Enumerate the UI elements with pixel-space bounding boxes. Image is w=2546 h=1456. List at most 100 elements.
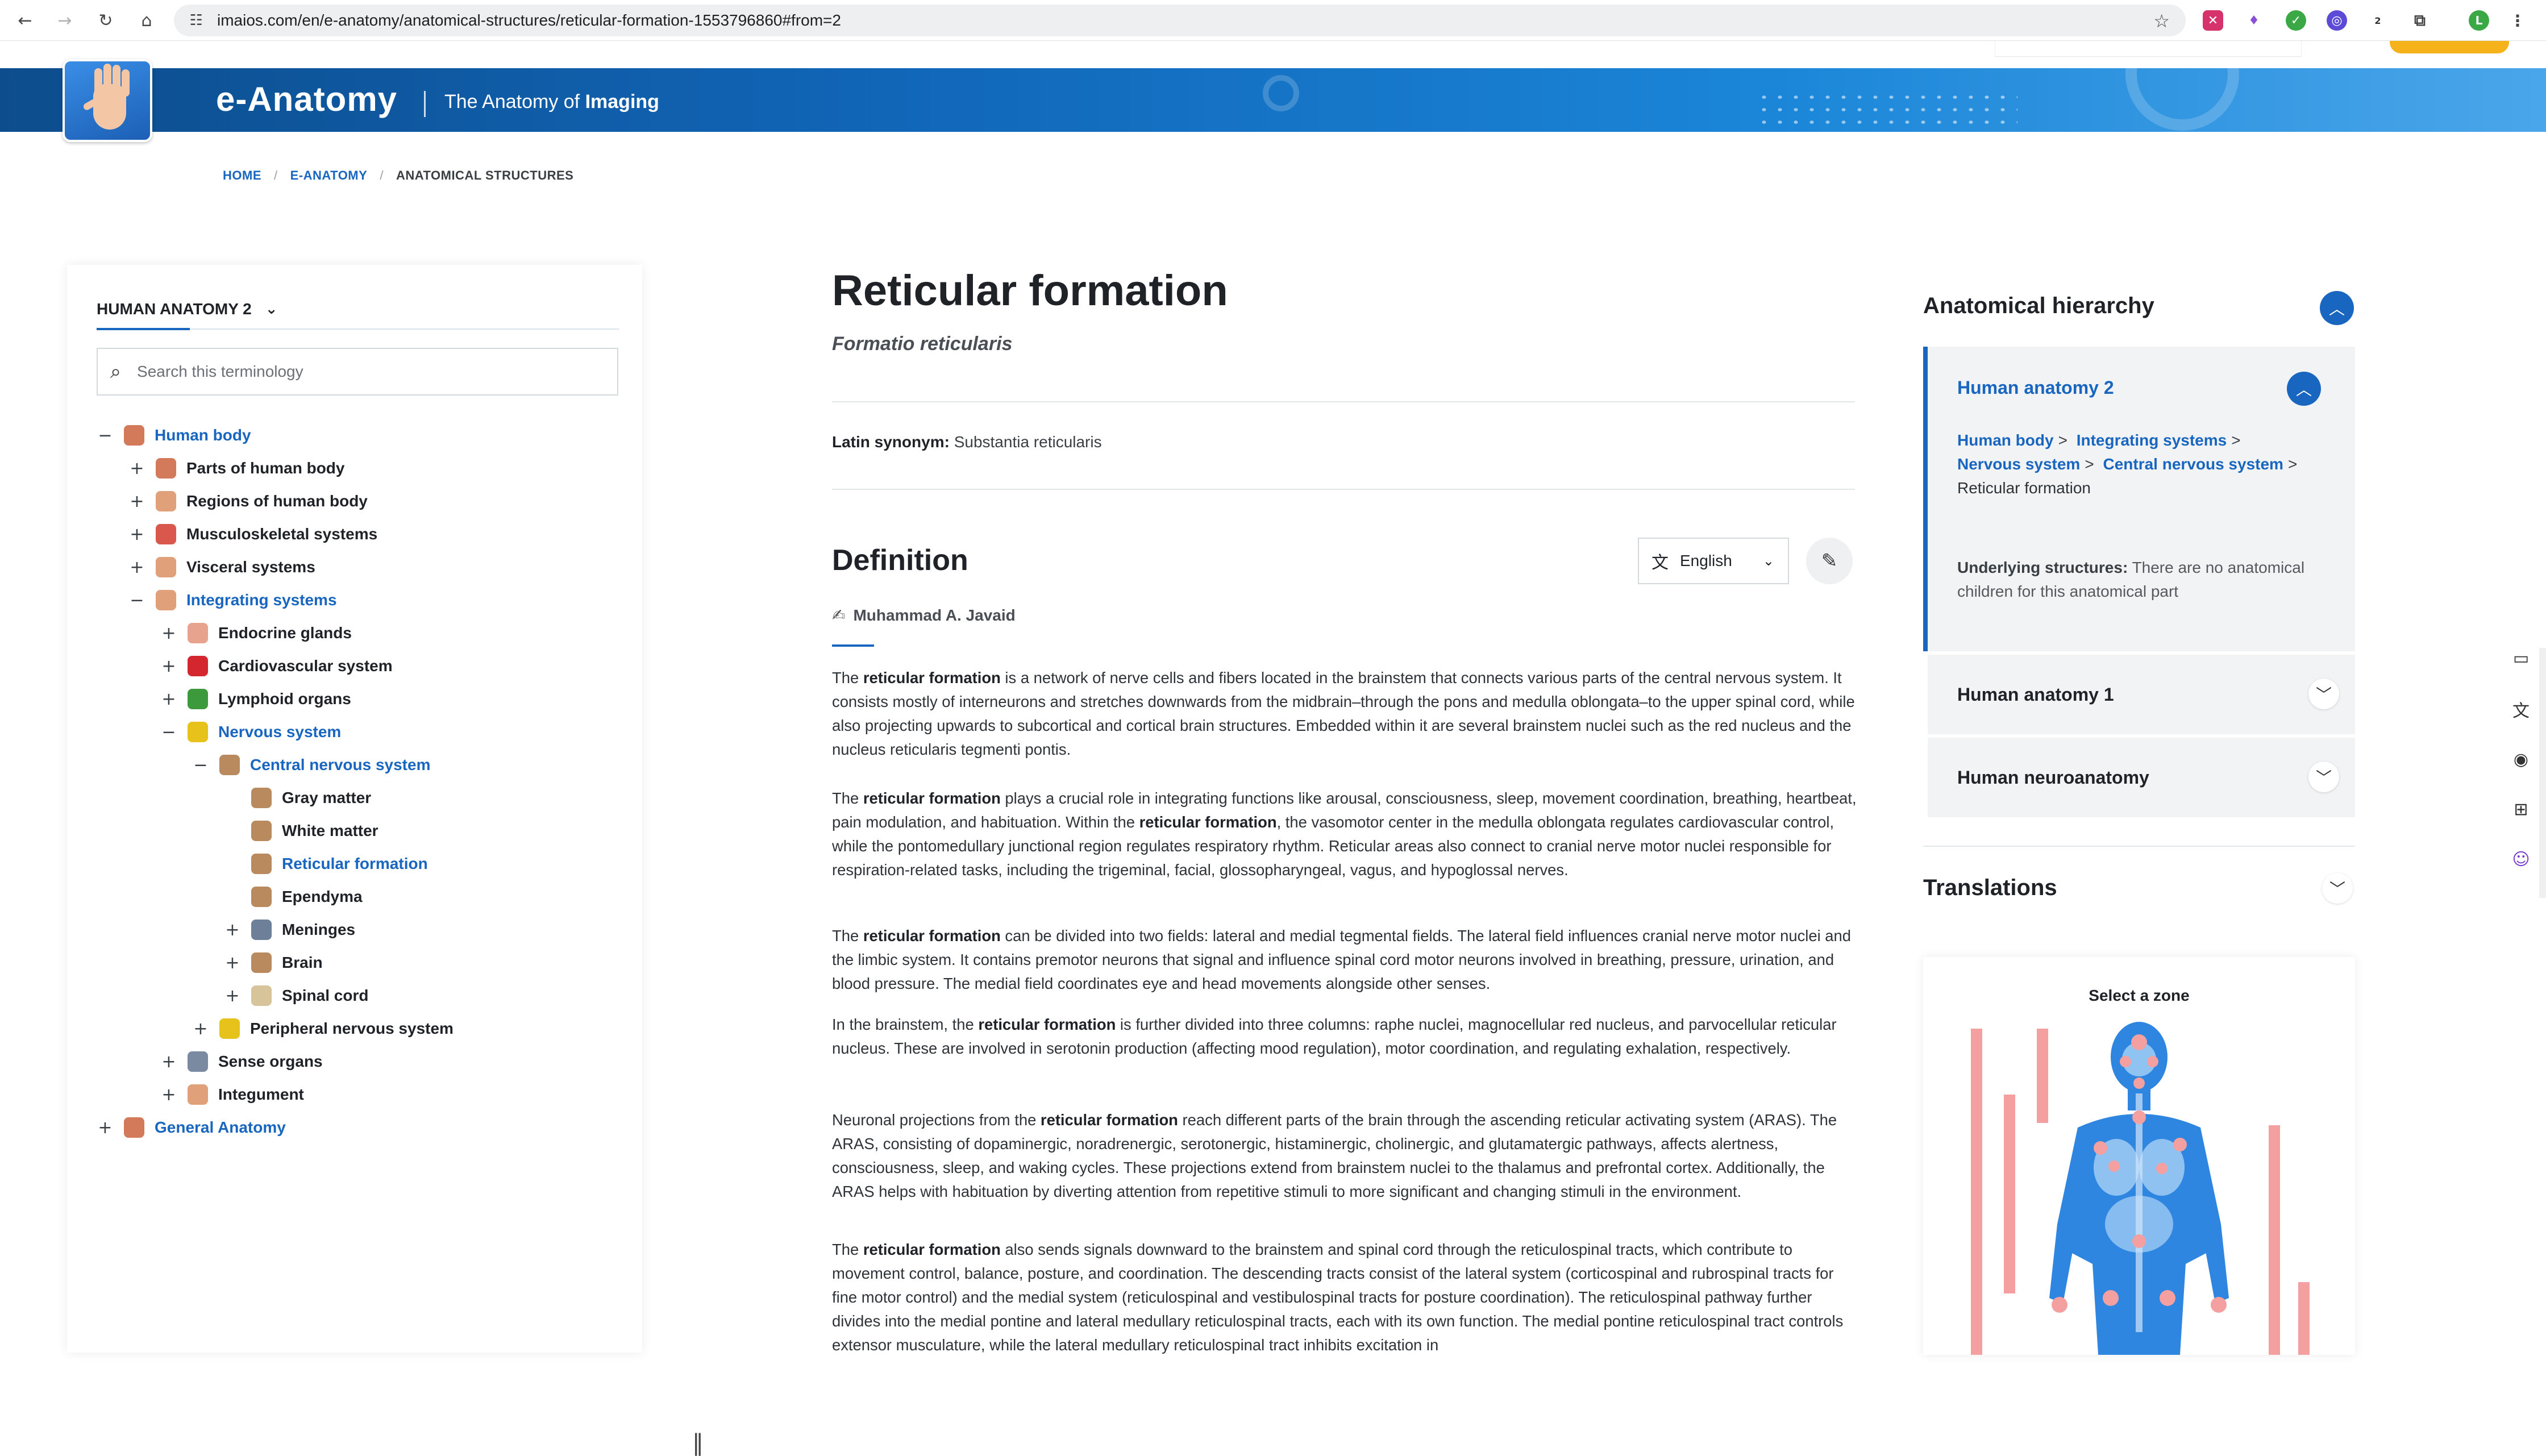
hierarchy-link[interactable]: Integrating systems — [2077, 431, 2227, 449]
expand-icon[interactable]: + — [160, 689, 177, 709]
assistant-icon[interactable]: ☺ — [2508, 847, 2533, 872]
panel-resize-handle[interactable]: ‖ — [692, 1430, 704, 1456]
collapse-icon[interactable]: − — [160, 722, 177, 742]
zone-bar[interactable] — [1971, 1029, 1982, 1355]
hierarchy-link[interactable]: Central nervous system — [2103, 455, 2283, 473]
tree-item[interactable]: Ependyma — [224, 883, 363, 910]
grid-icon[interactable]: ⊞ — [2508, 797, 2533, 822]
zone-bar[interactable] — [2004, 1095, 2015, 1293]
chevron-up-icon[interactable]: ︿ — [2287, 372, 2321, 406]
expand-icon[interactable]: + — [224, 986, 241, 1006]
underlying-structures: Underlying structures: There are no anat… — [1957, 556, 2332, 604]
expand-icon[interactable]: + — [192, 1019, 209, 1039]
tree-item[interactable]: − Human body — [97, 422, 251, 449]
header-cta-button[interactable] — [2390, 41, 2509, 53]
site-title[interactable]: e-Anatomy — [216, 80, 397, 119]
target-icon[interactable]: ◉ — [2508, 747, 2533, 772]
back-icon[interactable]: ← — [13, 8, 38, 33]
chevron-down-icon[interactable]: ﹀ — [2308, 762, 2339, 792]
extensions-puzzle-icon[interactable]: ⧉ — [2410, 10, 2430, 31]
hierarchy-link[interactable]: Human body — [1957, 431, 2054, 449]
zone-bar[interactable] — [2037, 1029, 2048, 1123]
tree-item[interactable]: + Parts of human body — [128, 455, 344, 482]
expand-icon[interactable]: + — [128, 525, 145, 544]
tree-item[interactable]: + Sense organs — [160, 1048, 323, 1075]
language-select[interactable]: 文 English ⌄ — [1638, 538, 1789, 584]
translate-icon[interactable]: 文 — [2508, 697, 2533, 722]
expand-icon[interactable]: + — [160, 656, 177, 676]
bookmark-star-icon[interactable]: ☆ — [2153, 10, 2170, 32]
book-icon[interactable]: ▭ — [2508, 646, 2533, 671]
edit-pencil-icon[interactable]: ✎ — [1806, 538, 1853, 584]
zone-bar[interactable] — [2269, 1125, 2280, 1355]
tree-item[interactable]: + Endocrine glands — [160, 619, 352, 647]
extension-icon[interactable]: ◎ — [2327, 10, 2347, 31]
terminology-selector[interactable]: HUMAN ANATOMY 2 ⌄ — [97, 300, 278, 318]
expand-icon[interactable]: + — [224, 920, 241, 940]
tree-item[interactable]: − Nervous system — [160, 718, 341, 746]
expand-icon[interactable]: + — [160, 623, 177, 643]
expand-icon[interactable]: + — [128, 459, 145, 479]
header-decoration — [1756, 91, 2017, 131]
tree-item[interactable]: − Integrating systems — [128, 586, 337, 614]
anatomy-system-icon — [251, 788, 272, 808]
anatomy-system-icon — [188, 1084, 208, 1105]
tree-item[interactable]: + Peripheral nervous system — [192, 1015, 454, 1042]
tree-item[interactable]: + Visceral systems — [128, 554, 315, 581]
site-info-icon[interactable]: ☷ — [186, 11, 206, 30]
header-decoration — [2125, 68, 2239, 131]
body-zone-illustration[interactable] — [1923, 957, 2355, 1355]
home-icon[interactable]: ⌂ — [134, 8, 159, 33]
hierarchy-row-human-neuroanatomy[interactable]: Human neuroanatomy ﹀ — [1928, 738, 2355, 817]
tree-item[interactable]: Gray matter — [224, 784, 371, 812]
profile-avatar[interactable]: L — [2469, 10, 2489, 31]
extension-icon[interactable]: ✕ — [2203, 10, 2223, 31]
tree-item-label: Nervous system — [218, 723, 342, 741]
tree-item[interactable]: Reticular formation — [224, 850, 428, 877]
active-terminology-name[interactable]: Human anatomy 2 — [1957, 377, 2114, 398]
tree-item[interactable]: + General Anatomy — [97, 1114, 286, 1141]
tree-item[interactable]: + Regions of human body — [128, 488, 368, 515]
zone-bar[interactable] — [2298, 1282, 2310, 1355]
breadcrumb-home[interactable]: HOME — [223, 168, 261, 183]
breadcrumb-e-anatomy[interactable]: E-ANATOMY — [290, 168, 368, 183]
tree-item[interactable]: + Spinal cord — [224, 982, 368, 1009]
collapse-icon[interactable]: − — [128, 590, 145, 610]
definition-author[interactable]: ✍ Muhammad A. Javaid — [832, 606, 1016, 625]
expand-icon[interactable]: + — [224, 953, 241, 973]
expand-icon[interactable]: + — [128, 492, 145, 511]
reload-icon[interactable]: ↻ — [93, 8, 118, 33]
collapse-hierarchy-button[interactable]: ︿ — [2320, 291, 2354, 325]
tree-item[interactable]: + Integument — [160, 1081, 304, 1108]
tree-item[interactable]: + Musculoskeletal systems — [128, 521, 377, 548]
tree-item-label: Endocrine glands — [218, 624, 352, 642]
expand-icon[interactable]: + — [160, 1052, 177, 1072]
tree-item[interactable]: + Meninges — [224, 916, 355, 943]
forward-icon[interactable]: → — [52, 8, 77, 33]
expand-icon[interactable]: + — [160, 1085, 177, 1105]
expand-icon[interactable]: + — [128, 558, 145, 577]
extension-icon[interactable]: 2 — [2368, 10, 2388, 31]
extension-icon[interactable]: ♦ — [2244, 10, 2264, 31]
tree-item[interactable]: + Brain — [224, 949, 323, 976]
hierarchy-link[interactable]: Nervous system — [1957, 455, 2080, 473]
extension-icon[interactable]: ✓ — [2286, 10, 2306, 31]
collapse-icon[interactable]: − — [192, 755, 209, 775]
tree-item[interactable]: + Lymphoid organs — [160, 685, 351, 713]
hierarchy-row-human-anatomy-1[interactable]: Human anatomy 1 ﹀ — [1928, 655, 2355, 734]
translations-title[interactable]: Translations — [1923, 875, 2057, 901]
anatomy-system-icon — [219, 755, 240, 775]
chevron-down-icon[interactable]: ﹀ — [2322, 873, 2353, 904]
human-body-figure[interactable] — [2049, 1022, 2229, 1355]
anatomy-system-icon — [219, 1018, 240, 1039]
collapse-icon[interactable]: − — [97, 426, 114, 446]
tree-item[interactable]: + Cardiovascular system — [160, 652, 393, 680]
tree-item[interactable]: White matter — [224, 817, 378, 845]
chevron-down-icon[interactable]: ﹀ — [2308, 679, 2339, 709]
e-anatomy-logo[interactable] — [63, 59, 152, 142]
browser-menu-icon[interactable]: ⋮ — [2507, 10, 2528, 31]
expand-icon[interactable]: + — [97, 1118, 114, 1138]
address-bar[interactable]: ☷ imaios.com/en/e-anatomy/anatomical-str… — [174, 5, 2186, 36]
tree-item[interactable]: − Central nervous system — [192, 751, 430, 779]
terminology-search-input[interactable]: ⌕ Search this terminology — [97, 348, 618, 396]
